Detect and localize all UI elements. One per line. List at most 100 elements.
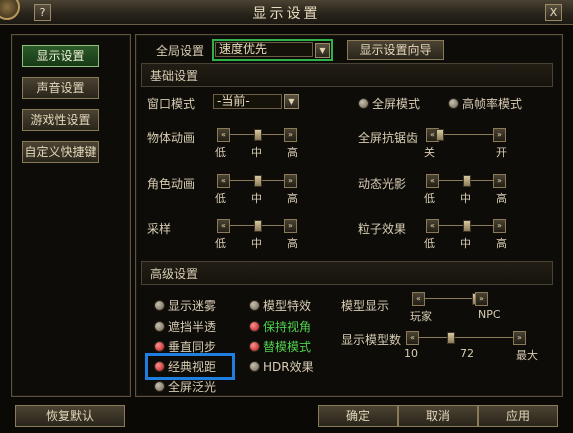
global-setting-dropdown[interactable]: 速度优先 <box>215 42 313 57</box>
close-button[interactable]: X <box>545 4 562 21</box>
basic-slider-2-knob[interactable] <box>254 220 262 232</box>
slider-label-3: 全屏抗锯齿 <box>358 131 419 145</box>
sidebar-item-display[interactable]: 显示设置 <box>22 45 99 67</box>
advanced-section-title: 高级设置 <box>150 267 199 281</box>
occlusion-radio[interactable] <box>154 321 165 332</box>
chevron-left-icon[interactable]: « <box>217 219 230 233</box>
chevron-right-icon[interactable]: » <box>493 174 506 188</box>
slider-label-0: 物体动画 <box>147 131 196 145</box>
basic-slider-5-tick-0: 低 <box>424 237 435 250</box>
chevron-right-icon[interactable]: » <box>284 219 297 233</box>
basic-slider-3-knob[interactable] <box>436 129 444 141</box>
basic-slider-4-tick-0: 低 <box>424 192 435 205</box>
basic-slider-2-tick-2: 高 <box>287 237 298 250</box>
classic-view-label: 经典视距 <box>168 360 217 374</box>
chevron-left-icon[interactable]: « <box>406 331 419 345</box>
advanced-section-header <box>141 261 553 285</box>
model-effects-label: 模型特效 <box>263 299 312 313</box>
basic-slider-4-tick-2: 高 <box>496 192 507 205</box>
sidebar-item-hotkeys[interactable]: 自定义快捷键 <box>22 141 99 163</box>
basic-slider-3-slider[interactable]: «» <box>426 128 506 142</box>
chevron-right-icon[interactable]: » <box>513 331 526 345</box>
basic-slider-0-knob[interactable] <box>254 129 262 141</box>
chevron-left-icon[interactable]: « <box>426 174 439 188</box>
model-display-slider[interactable]: «» <box>412 292 488 306</box>
bloom-radio[interactable] <box>154 381 165 392</box>
sidebar-item-gameplay[interactable]: 游戏性设置 <box>22 109 99 131</box>
apply-button[interactable]: 应用 <box>478 405 558 427</box>
model-display-tick-1: NPC <box>478 308 501 321</box>
chevron-down-icon[interactable]: ▼ <box>284 94 299 109</box>
proxy-model-radio[interactable] <box>249 341 260 352</box>
basic-slider-1-slider[interactable]: «» <box>217 174 297 188</box>
model-display-track <box>425 298 475 299</box>
vsync-radio[interactable] <box>154 341 165 352</box>
model-effects-radio[interactable] <box>249 300 260 311</box>
basic-slider-1-knob[interactable] <box>254 175 262 187</box>
chevron-right-icon[interactable]: » <box>493 219 506 233</box>
window-mode-dropdown[interactable]: -当前- <box>213 94 282 109</box>
high-fps-label: 高帧率模式 <box>462 97 523 111</box>
model-count-slider[interactable]: «» <box>406 331 526 345</box>
basic-slider-4-knob[interactable] <box>463 175 471 187</box>
basic-slider-5-tick-1: 中 <box>460 237 471 250</box>
restore-defaults-button[interactable]: 恢复默认 <box>15 405 125 427</box>
basic-slider-3-tick-1: 开 <box>496 146 507 159</box>
hdr-radio[interactable] <box>249 361 260 372</box>
show-fog-label: 显示迷雾 <box>168 299 217 313</box>
bloom-label: 全屏泛光 <box>168 380 217 394</box>
high-fps-radio[interactable] <box>448 98 459 109</box>
chevron-right-icon[interactable]: » <box>493 128 506 142</box>
basic-slider-5-tick-2: 高 <box>496 237 507 250</box>
slider-label-1: 角色动画 <box>147 177 196 191</box>
proxy-model-label: 替模模式 <box>263 340 312 354</box>
basic-slider-1-tick-2: 高 <box>287 192 298 205</box>
keep-view-label: 保持视角 <box>263 320 312 334</box>
chevron-right-icon[interactable]: » <box>284 128 297 142</box>
model-count-tick-1: 72 <box>460 347 474 360</box>
model-count-track <box>419 337 513 338</box>
classic-view-radio[interactable] <box>154 361 165 372</box>
chevron-left-icon[interactable]: « <box>412 292 425 306</box>
basic-slider-0-tick-1: 中 <box>251 146 262 159</box>
global-setting-label: 全局设置 <box>156 44 205 58</box>
hdr-label: HDR效果 <box>263 360 314 374</box>
basic-slider-3-tick-0: 关 <box>424 146 435 159</box>
basic-slider-5-knob[interactable] <box>463 220 471 232</box>
cancel-button[interactable]: 取消 <box>398 405 478 427</box>
model-count-label: 显示模型数 <box>341 333 402 347</box>
occlusion-label: 遮挡半透 <box>168 320 217 334</box>
basic-slider-4-slider[interactable]: «» <box>426 174 506 188</box>
slider-label-4: 动态光影 <box>358 177 407 191</box>
model-count-tick-0: 10 <box>404 347 418 360</box>
show-fog-radio[interactable] <box>154 300 165 311</box>
fullscreen-radio[interactable] <box>358 98 369 109</box>
display-wizard-button[interactable]: 显示设置向导 <box>347 40 444 60</box>
basic-section-title: 基础设置 <box>150 69 199 83</box>
chevron-left-icon[interactable]: « <box>426 219 439 233</box>
slider-label-5: 粒子效果 <box>358 222 407 236</box>
basic-slider-2-tick-0: 低 <box>215 237 226 250</box>
basic-slider-5-slider[interactable]: «» <box>426 219 506 233</box>
keep-view-radio[interactable] <box>249 321 260 332</box>
basic-slider-4-tick-1: 中 <box>460 192 471 205</box>
basic-slider-2-slider[interactable]: «» <box>217 219 297 233</box>
basic-slider-0-slider[interactable]: «» <box>217 128 297 142</box>
basic-slider-1-tick-1: 中 <box>251 192 262 205</box>
basic-slider-3-track <box>439 134 493 135</box>
chevron-left-icon[interactable]: « <box>217 128 230 142</box>
window-mode-label: 窗口模式 <box>147 97 196 111</box>
chevron-right-icon[interactable]: » <box>475 292 488 306</box>
basic-slider-0-tick-0: 低 <box>215 146 226 159</box>
chevron-right-icon[interactable]: » <box>284 174 297 188</box>
sidebar-item-sound[interactable]: 声音设置 <box>22 77 99 99</box>
basic-slider-0-tick-2: 高 <box>287 146 298 159</box>
model-count-knob[interactable] <box>447 332 456 344</box>
chevron-down-icon[interactable]: ▼ <box>315 43 330 58</box>
window-title: 显示设置 <box>252 6 321 22</box>
fullscreen-label: 全屏模式 <box>372 97 421 111</box>
basic-section-header <box>141 63 553 87</box>
chevron-left-icon[interactable]: « <box>217 174 230 188</box>
ok-button[interactable]: 确定 <box>318 405 398 427</box>
basic-slider-1-tick-0: 低 <box>215 192 226 205</box>
